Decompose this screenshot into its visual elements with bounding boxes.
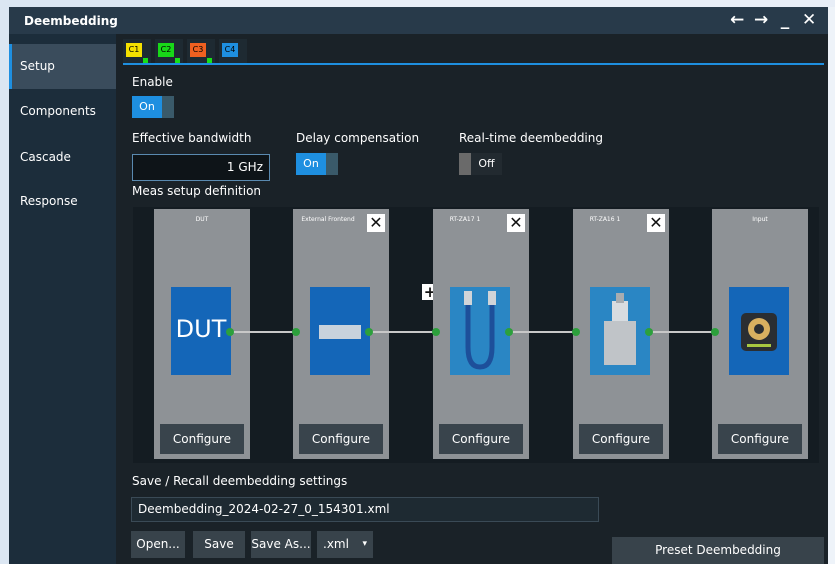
chevron-down-icon: ▾: [362, 539, 367, 549]
connection-line: [645, 328, 719, 336]
channel-tab-underline: [123, 63, 824, 65]
sidebar-item-components[interactable]: Components: [9, 89, 116, 134]
component-dut: DUT DUT Configure: [154, 209, 250, 459]
cable-icon: [464, 291, 496, 370]
close-icon[interactable]: ✕: [802, 10, 816, 30]
setup-panel: C1 C2 C3 C4 Enable On Effective bandwidt…: [116, 34, 828, 564]
save-recall-label: Save / Recall deembedding settings: [132, 474, 348, 488]
forward-arrow-icon[interactable]: →: [754, 10, 768, 30]
connection-line: [365, 328, 440, 336]
title-bar: Deembedding ← → _ ✕: [9, 7, 828, 34]
tab-c1[interactable]: C1: [123, 39, 151, 63]
format-value: .xml: [323, 537, 349, 551]
input-connector-icon: [741, 313, 777, 351]
remove-component-button[interactable]: ✕: [367, 214, 385, 232]
channel-chip-c2: C2: [158, 43, 174, 57]
channel-chip-c3: C3: [190, 43, 206, 57]
format-select[interactable]: .xml ▾: [317, 531, 373, 558]
component-title: DUT: [195, 216, 209, 223]
adapter-image: [590, 287, 650, 375]
back-arrow-icon[interactable]: ←: [730, 10, 744, 30]
connection-line: [226, 328, 300, 336]
frontend-device-icon: [319, 325, 361, 339]
toggle-knob: [162, 96, 174, 118]
tab-c2[interactable]: C2: [155, 39, 183, 63]
open-button[interactable]: Open...: [131, 531, 185, 558]
channel-chip-c4: C4: [222, 43, 238, 57]
bandwidth-label: Effective bandwidth: [132, 131, 252, 145]
input-image: [729, 287, 789, 375]
delay-label: Delay compensation: [296, 131, 420, 145]
filename-input[interactable]: Deembedding_2024-02-27_0_154301.xml: [131, 497, 599, 522]
dut-image: DUT: [171, 287, 231, 375]
component-rt-za17: RT-ZA17 1 ✕ Configure: [433, 209, 529, 459]
sidebar-item-response[interactable]: Response: [9, 179, 116, 224]
save-as-button[interactable]: Save As...: [251, 531, 311, 558]
component-external-frontend: External Frontend ✕ Configure: [293, 209, 389, 459]
configure-button-external-frontend[interactable]: Configure: [299, 424, 383, 454]
delay-state: On: [296, 153, 326, 175]
sidebar-item-setup[interactable]: Setup: [9, 44, 116, 89]
configure-button-rt-za17[interactable]: Configure: [439, 424, 523, 454]
channel-chip-c1: C1: [126, 43, 142, 57]
configure-button-rt-za16[interactable]: Configure: [579, 424, 663, 454]
bandwidth-input[interactable]: 1 GHz: [132, 154, 270, 181]
dialog-title: Deembedding: [24, 14, 118, 28]
component-title: RT-ZA16 1: [589, 216, 621, 223]
meas-setup-area: DUT DUT Configure External Frontend ✕ Co…: [133, 207, 819, 463]
channel-tabs: C1 C2 C3 C4: [123, 39, 247, 63]
sidebar-item-cascade[interactable]: Cascade: [9, 135, 116, 180]
sidebar: Setup Components Cascade Response: [9, 34, 116, 564]
title-controls: ← → _ ✕: [730, 10, 816, 30]
configure-button-input[interactable]: Configure: [718, 424, 802, 454]
component-input: Input Configure: [712, 209, 808, 459]
adapter-icon: [604, 293, 636, 365]
background-top: [160, 0, 835, 7]
component-title: RT-ZA17 1: [449, 216, 481, 223]
remove-component-button[interactable]: ✕: [507, 214, 525, 232]
cable-image: [450, 287, 510, 375]
enable-label: Enable: [132, 75, 173, 89]
frontend-image: [310, 287, 370, 375]
deembedding-dialog: Deembedding ← → _ ✕ Setup Components Cas…: [9, 7, 828, 564]
dut-image-label: DUT: [175, 315, 227, 343]
component-title: External Frontend: [301, 216, 355, 223]
realtime-state: Off: [471, 153, 502, 175]
component-rt-za16: RT-ZA16 1 ✕ Configure: [573, 209, 669, 459]
remove-component-button[interactable]: ✕: [647, 214, 665, 232]
realtime-label: Real-time deembedding: [459, 131, 603, 145]
connection-line: [505, 328, 580, 336]
tab-c3[interactable]: C3: [187, 39, 215, 63]
meas-setup-label: Meas setup definition: [132, 184, 262, 198]
component-title: Input: [752, 216, 768, 223]
configure-button-dut[interactable]: Configure: [160, 424, 244, 454]
enable-state: On: [132, 96, 162, 118]
preset-deembedding-button[interactable]: Preset Deembedding: [612, 537, 824, 564]
tab-c4[interactable]: C4: [219, 39, 247, 63]
save-button[interactable]: Save: [193, 531, 245, 558]
toggle-knob: [459, 153, 471, 175]
toggle-knob: [326, 153, 338, 175]
background-right: [828, 7, 835, 564]
minimize-icon[interactable]: _: [778, 10, 792, 30]
